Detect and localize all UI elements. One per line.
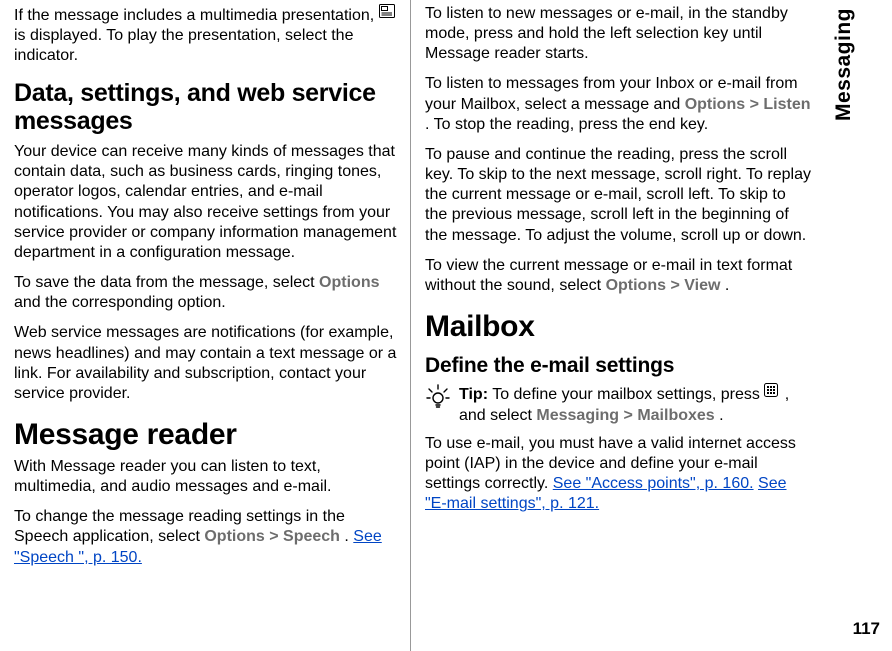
paragraph: Your device can receive many kinds of me… [14,142,402,263]
menu-path-separator: > [750,96,764,113]
menu-path-mailboxes: Mailboxes [637,407,714,424]
menu-path-listen: Listen [763,96,810,113]
menu-path-view: View [684,277,720,294]
menu-path-separator: > [670,277,684,294]
section-label: Messaging [832,8,856,121]
paragraph: To pause and continue the reading, press… [425,145,812,246]
menu-path-options: Options [606,277,666,294]
menu-key-icon [764,383,778,403]
menu-path-messaging: Messaging [536,407,619,424]
menu-path-speech: Speech [283,528,340,545]
paragraph: To view the current message or e-mail in… [425,256,812,296]
tip-label: Tip: [459,387,488,404]
heading-data-settings: Data, settings, and web service messages [14,79,402,137]
text: and the corresponding option. [14,294,226,311]
text: . [344,528,353,545]
paragraph: If the message includes a multimedia pre… [14,4,402,67]
link-access-points[interactable]: See "Access points", p. 160. [553,475,754,492]
tip-block: Tip: To define your mailbox settings, pr… [425,383,812,425]
paragraph: With Message reader you can listen to te… [14,457,402,497]
manual-page: If the message includes a multimedia pre… [0,0,892,651]
multimedia-presentation-icon [379,4,395,24]
page-number: 117 [853,619,880,639]
text: is displayed. To play the presentation, … [14,27,353,64]
text: . To stop the reading, press the end key… [425,116,708,133]
text: . [725,277,729,294]
heading-message-reader: Message reader [14,418,402,451]
menu-path-options: Options [204,528,264,545]
paragraph: To save the data from the message, selec… [14,273,402,313]
tip-text: Tip: To define your mailbox settings, pr… [459,383,812,425]
heading-mailbox: Mailbox [425,310,812,343]
paragraph: To use e-mail, you must have a valid int… [425,434,812,515]
column-left: If the message includes a multimedia pre… [0,0,410,651]
text: To define your mailbox settings, press [492,387,764,404]
text: If the message includes a multimedia pre… [14,7,379,24]
menu-path-separator: > [269,528,283,545]
tip-icon [425,383,451,409]
paragraph: Web service messages are notifications (… [14,323,402,404]
paragraph: To change the message reading settings i… [14,507,402,567]
paragraph: To listen to new messages or e-mail, in … [425,4,812,64]
sidebar: Messaging [820,0,868,651]
menu-path-separator: > [624,407,638,424]
column-right: To listen to new messages or e-mail, in … [410,0,820,651]
heading-define-email: Define the e-mail settings [425,353,812,379]
menu-path-options: Options [319,274,379,291]
text: To save the data from the message, selec… [14,274,319,291]
text: . [719,407,723,424]
paragraph: To listen to messages from your Inbox or… [425,74,812,134]
menu-path-options: Options [685,96,745,113]
